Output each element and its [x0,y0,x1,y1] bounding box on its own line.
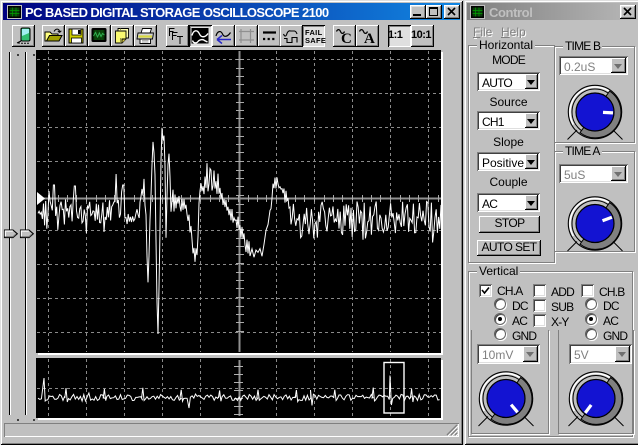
svg-text:A: A [364,31,375,47]
svg-text:C: C [341,31,352,47]
